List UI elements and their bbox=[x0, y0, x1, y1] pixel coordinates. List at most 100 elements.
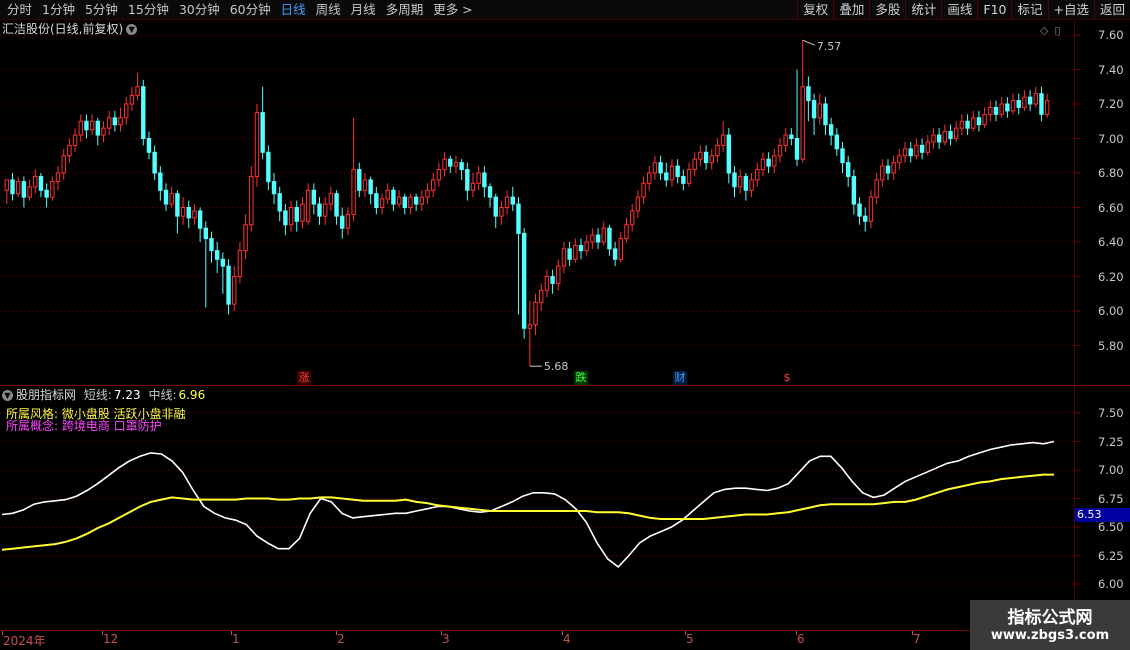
candle-down bbox=[948, 131, 953, 140]
candle-up bbox=[27, 186, 32, 198]
price-tick-label: 6.60 bbox=[1098, 200, 1124, 215]
candle-up bbox=[527, 324, 533, 329]
date-tick bbox=[796, 631, 797, 635]
tool-button[interactable]: 标记 bbox=[1011, 0, 1047, 20]
candle-down bbox=[413, 196, 419, 205]
tool-button[interactable]: 叠加 bbox=[833, 0, 869, 20]
candle-down bbox=[487, 186, 493, 198]
candle-up bbox=[641, 182, 646, 198]
tool-button[interactable]: 多股 bbox=[869, 0, 905, 20]
candle-up bbox=[561, 248, 567, 267]
candle-up bbox=[988, 106, 993, 115]
candle-up bbox=[67, 144, 72, 157]
event-marker[interactable]: 涨 bbox=[297, 371, 311, 385]
event-marker[interactable]: 跌 bbox=[574, 371, 588, 385]
panel-divider bbox=[0, 385, 1130, 386]
tool-button[interactable]: 复权 bbox=[797, 0, 833, 20]
tool-button[interactable]: 统计 bbox=[905, 0, 941, 20]
indicator-header: ▼ 股朋指标网 短线: 7.23 中线: 6.96 bbox=[2, 387, 205, 403]
candle-up bbox=[629, 210, 635, 226]
period-tab[interactable]: 日线 bbox=[276, 0, 311, 20]
period-tab[interactable]: 60分钟 bbox=[225, 0, 276, 20]
candle-down bbox=[857, 203, 862, 217]
candle-up bbox=[692, 158, 697, 171]
candle-down bbox=[448, 158, 453, 167]
tool-button[interactable]: 返回 bbox=[1093, 0, 1130, 20]
candle-up bbox=[243, 224, 248, 252]
candle-up bbox=[1022, 96, 1027, 108]
period-tab[interactable]: 多周期 bbox=[381, 0, 429, 20]
date-label: 7 bbox=[913, 632, 921, 646]
candle-down bbox=[311, 189, 317, 205]
candle-down bbox=[163, 189, 169, 205]
candle-down bbox=[95, 120, 101, 136]
period-tab[interactable]: 15分钟 bbox=[123, 0, 174, 20]
period-tab[interactable]: 更多 > bbox=[428, 0, 477, 20]
candle-down bbox=[260, 112, 265, 153]
candle-down bbox=[493, 196, 498, 217]
period-tab[interactable]: 1分钟 bbox=[37, 0, 80, 20]
candle-down bbox=[271, 181, 277, 195]
price-tick-label: 7.60 bbox=[1098, 28, 1124, 42]
candle-up bbox=[379, 198, 385, 208]
candle-down bbox=[811, 100, 817, 119]
candle-down bbox=[732, 172, 737, 188]
chevron-down-icon[interactable]: ▼ bbox=[2, 390, 13, 401]
candle-up bbox=[351, 169, 356, 215]
candle-up bbox=[192, 210, 197, 219]
period-tab[interactable]: 5分钟 bbox=[80, 0, 123, 20]
candle-up bbox=[953, 127, 959, 139]
period-tabs: 分时 1分钟 5分钟 15分钟 30分钟 60分钟 日线 周线 月线 多周期 更多 > bbox=[2, 0, 478, 20]
candle-up bbox=[539, 289, 544, 303]
candle-up bbox=[686, 169, 692, 184]
short-value: 7.23 bbox=[113, 388, 141, 402]
high-annotation: 7.57 bbox=[817, 40, 842, 53]
candle-down bbox=[567, 248, 572, 260]
candle-down bbox=[658, 162, 663, 174]
candle-down bbox=[681, 175, 686, 184]
candle-up bbox=[783, 134, 788, 146]
candle-up bbox=[101, 127, 106, 136]
indicator-tick-label: 6.00 bbox=[1098, 577, 1124, 591]
price-tick-label: 7.20 bbox=[1098, 97, 1124, 111]
candle-up bbox=[720, 134, 726, 146]
panel-toggle-icon[interactable]: ▯ bbox=[1054, 24, 1060, 37]
candle-up bbox=[624, 224, 629, 240]
candle-up bbox=[817, 103, 822, 119]
candle-down bbox=[197, 210, 203, 229]
event-marker[interactable]: 财 bbox=[673, 371, 687, 385]
candle-up bbox=[124, 103, 129, 119]
candle-down bbox=[175, 193, 180, 217]
candle-up bbox=[385, 189, 390, 200]
candle-up bbox=[1044, 100, 1050, 115]
mid-line-series bbox=[1, 473, 1054, 551]
period-tab[interactable]: 分时 bbox=[2, 0, 37, 20]
tool-button[interactable]: 画线 bbox=[941, 0, 977, 20]
candle-up bbox=[618, 238, 624, 260]
period-tab[interactable]: 周线 bbox=[311, 0, 346, 20]
candle-up bbox=[425, 189, 430, 198]
chevron-down-icon[interactable]: ▼ bbox=[126, 24, 138, 35]
candle-down bbox=[703, 151, 709, 164]
candle-up bbox=[499, 207, 504, 217]
tool-button[interactable]: F10 bbox=[977, 0, 1011, 20]
candle-up bbox=[749, 179, 754, 191]
tool-button[interactable]: +自选 bbox=[1047, 0, 1094, 20]
period-tab[interactable]: 月线 bbox=[346, 0, 381, 20]
price-tick-label: 6.00 bbox=[1098, 304, 1124, 318]
candle-up bbox=[931, 134, 936, 143]
candle-up bbox=[777, 144, 783, 157]
candle-down bbox=[823, 103, 828, 126]
candle-down bbox=[521, 232, 527, 329]
period-tab[interactable]: 30分钟 bbox=[174, 0, 225, 20]
candle-up bbox=[16, 181, 21, 195]
watermark-url: www.zbgs3.com bbox=[990, 628, 1110, 643]
candle-up bbox=[237, 250, 243, 277]
event-marker[interactable]: $ bbox=[780, 371, 794, 385]
candle-up bbox=[430, 179, 436, 191]
diamond-icon[interactable]: ◇ bbox=[1040, 24, 1048, 37]
chart-canvas: 7.57 5.68 bbox=[0, 34, 1080, 585]
candle-down bbox=[340, 215, 345, 229]
candle-down bbox=[675, 165, 680, 177]
candle-down bbox=[21, 181, 27, 198]
